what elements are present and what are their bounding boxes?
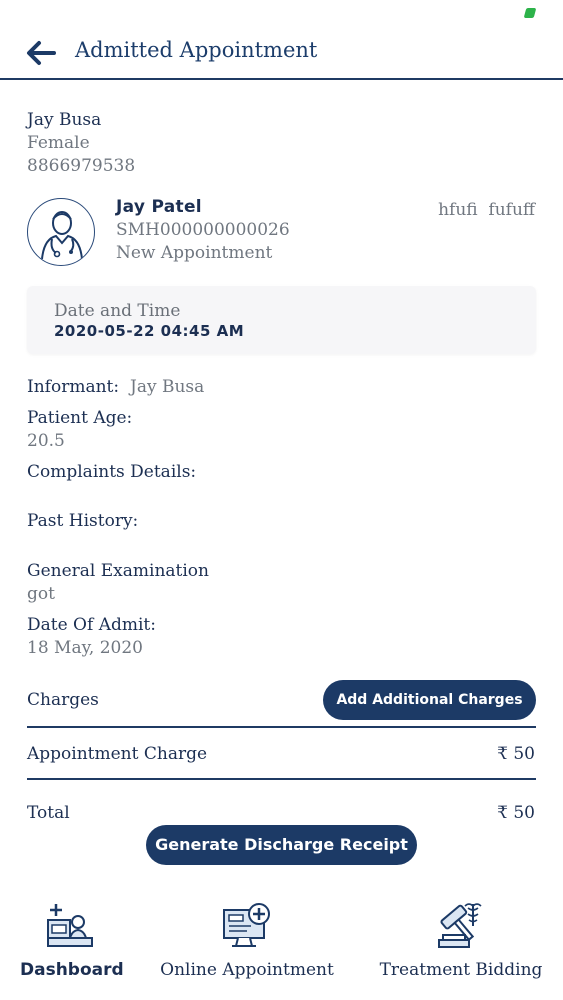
doctor-icon — [41, 211, 83, 260]
patient-phone: 8866979538 — [27, 156, 136, 176]
charges-label: Charges — [27, 690, 99, 710]
header: Admitted Appointment — [0, 30, 563, 80]
dashboard-icon — [47, 904, 93, 947]
online-appointment-icon — [223, 903, 270, 947]
patient-age-label: Patient Age: — [27, 408, 133, 428]
add-additional-charges-button[interactable]: Add Additional Charges — [323, 680, 536, 720]
doctor-note: hfufi fufuff — [438, 200, 535, 220]
treatment-bidding-icon — [438, 903, 482, 948]
doctor-name: Jay Patel — [116, 197, 202, 217]
past-history-label: Past History: — [27, 511, 139, 531]
patient-age-value: 20.5 — [27, 431, 65, 451]
total-label: Total — [27, 803, 70, 823]
general-exam-label: General Examination — [27, 561, 209, 581]
patient-gender: Female — [27, 133, 90, 153]
nav-dashboard-label: Dashboard — [20, 960, 124, 980]
date-time-value: 2020-05-22 04:45 AM — [54, 322, 245, 340]
appointment-charge-value: ₹ 50 — [497, 744, 535, 764]
appointment-status: New Appointment — [116, 243, 273, 263]
charges-divider-top — [27, 726, 536, 728]
date-time-card: Date and Time 2020-05-22 04:45 AM — [27, 286, 536, 354]
complaints-label: Complaints Details: — [27, 462, 197, 482]
total-value: ₹ 50 — [497, 803, 535, 823]
general-exam-value: got — [27, 584, 55, 604]
arrow-left-icon — [27, 41, 56, 65]
page-title: Admitted Appointment — [75, 38, 318, 62]
nav-online-appointment-label: Online Appointment — [160, 960, 334, 980]
admit-date-label: Date Of Admit: — [27, 615, 156, 635]
nav-treatment-bidding[interactable]: Treatment Bidding — [375, 900, 547, 990]
admit-date-value: 18 May, 2020 — [27, 638, 143, 658]
status-indicator — [523, 8, 537, 18]
charges-divider-bottom — [27, 778, 536, 780]
nav-online-appointment[interactable]: Online Appointment — [157, 900, 337, 990]
doctor-avatar — [27, 198, 95, 266]
back-button[interactable] — [24, 38, 58, 68]
date-time-label: Date and Time — [54, 301, 181, 321]
nav-treatment-bidding-label: Treatment Bidding — [379, 960, 543, 980]
informant-label: Informant: — [27, 377, 120, 397]
nav-dashboard[interactable]: Dashboard — [20, 900, 124, 990]
informant-value: Jay Busa — [130, 377, 205, 397]
doctor-id: SMH000000000026 — [116, 220, 290, 240]
appointment-charge-label: Appointment Charge — [27, 744, 208, 764]
generate-discharge-receipt-button[interactable]: Generate Discharge Receipt — [146, 825, 417, 865]
patient-name: Jay Busa — [27, 110, 102, 130]
